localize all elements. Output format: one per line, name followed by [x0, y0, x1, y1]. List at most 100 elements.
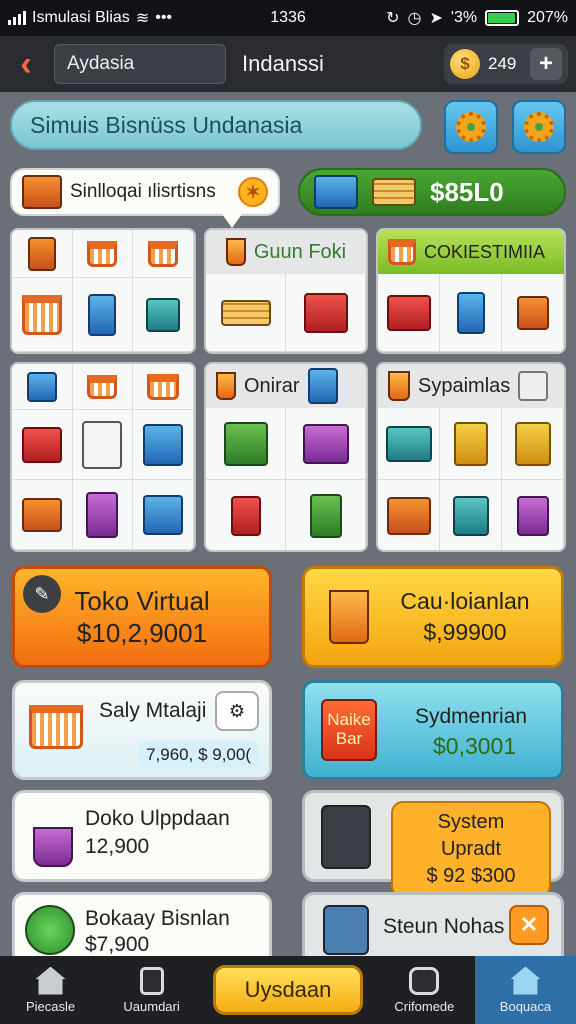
item-slot[interactable] — [378, 480, 440, 550]
business-card-toko-virtual[interactable]: ✎ Toko Virtual $10,2,9001 — [12, 566, 272, 668]
shop-icon — [314, 175, 358, 209]
item-slot[interactable] — [72, 480, 134, 550]
item-slot[interactable] — [286, 480, 366, 550]
item-slot[interactable] — [72, 278, 134, 352]
business-card-sydmenrian[interactable]: Naike Bar Sydmenrian $0,3001 — [302, 680, 564, 780]
back-button[interactable]: ‹ — [8, 44, 44, 84]
item-slot[interactable] — [440, 480, 502, 550]
card-value: $10,2,9001 — [76, 618, 208, 648]
dice-icon — [518, 371, 549, 401]
balance-value: $85L0 — [430, 176, 504, 207]
tools-icon[interactable]: ⚙ — [215, 691, 259, 731]
item-slot[interactable] — [286, 274, 366, 352]
balance-display[interactable]: $85L0 — [298, 168, 566, 216]
register-icon — [146, 297, 181, 332]
upgrade-button[interactable]: System Upradt $ 92 $300 — [391, 801, 551, 898]
nav-home[interactable]: Piecasle — [0, 956, 101, 1024]
crate-icon — [386, 496, 431, 535]
nav-shop[interactable]: Boquaca — [474, 956, 576, 1024]
item-slot[interactable] — [72, 410, 134, 480]
item-slot[interactable] — [12, 278, 73, 352]
display-case-icon — [456, 291, 485, 334]
clock: 1336 — [270, 9, 306, 26]
item-slot[interactable] — [378, 408, 440, 480]
calendar-icon — [514, 421, 551, 466]
add-coins-button[interactable]: + — [530, 48, 562, 80]
status-bar: Ismulasi Blias ≋ ••• 1336 ↻ ◷ ➤ '3% 207% — [0, 0, 576, 36]
cart-icon — [148, 240, 179, 267]
drink-cup-icon — [329, 590, 369, 644]
item-slot[interactable] — [12, 480, 73, 550]
nav-label: Boquaca — [499, 998, 552, 1014]
item-slot[interactable] — [72, 230, 134, 278]
card-title: Steun Nohas — [383, 915, 505, 938]
nav-schedule[interactable]: Crifomede — [374, 956, 475, 1024]
banner-title: Simuis Bisnüss Undanasia — [30, 111, 303, 138]
card-title: Bokaay Bisnlan — [85, 907, 230, 930]
settings-shortcut-button[interactable] — [512, 100, 566, 154]
storefront-icon — [303, 292, 348, 333]
wifi-icon: ≋ — [135, 10, 150, 27]
bottom-nav: Piecasle Uaumdari Uysdaan Crifomede Boqu… — [0, 956, 576, 1024]
panel-label: Onirar — [244, 374, 300, 397]
store-home-icon — [510, 966, 541, 995]
page-title: Indanssi — [242, 51, 324, 76]
item-slot[interactable] — [206, 408, 286, 480]
alarm-clock-icon — [409, 966, 440, 995]
item-slot[interactable] — [206, 480, 286, 550]
item-slot[interactable] — [133, 410, 194, 480]
coin-icon: $ — [450, 49, 480, 79]
item-slot[interactable] — [133, 230, 194, 278]
shelf-icon — [86, 491, 119, 538]
item-slot[interactable] — [12, 364, 73, 410]
nav-label: Uaumdari — [123, 998, 180, 1014]
card-title: System Upradt — [437, 811, 505, 860]
business-selector[interactable]: Sinlloqai ılisrtisns ✶ — [10, 168, 280, 228]
business-card-bokaay-bisnlan[interactable]: Bokaay Bisnlan $7,900 — [12, 892, 272, 956]
battery-icon — [485, 10, 520, 26]
nav-label: Piecasle — [25, 998, 76, 1014]
item-slot[interactable] — [206, 274, 286, 352]
item-slot[interactable] — [286, 408, 366, 480]
item-slot[interactable] — [378, 274, 440, 352]
item-panel-mid-bottom: Onirar — [204, 362, 368, 552]
upgrade-shortcut-button[interactable] — [444, 100, 498, 154]
item-slot[interactable] — [502, 274, 564, 352]
business-card-steun-nohas[interactable]: Steun Nohas ✕ — [302, 892, 564, 956]
main-action-button[interactable]: Uysdaan — [212, 965, 363, 1015]
edit-icon[interactable]: ✎ — [23, 575, 61, 613]
clipboard-icon — [139, 966, 164, 995]
item-slot[interactable] — [502, 408, 564, 480]
item-slot[interactable] — [502, 480, 564, 550]
produce-box-icon — [516, 295, 549, 330]
globe-icon — [25, 905, 75, 955]
nav-inventory[interactable]: Uaumdari — [101, 956, 202, 1024]
item-slot[interactable] — [440, 274, 502, 352]
business-card-cafe[interactable]: Cau·loianlan $,99900 — [302, 566, 564, 668]
close-icon[interactable]: ✕ — [509, 905, 549, 945]
cup-icon — [33, 827, 73, 867]
location-field[interactable]: Aydasia — [54, 44, 226, 84]
star-icon: ✶ — [238, 177, 268, 207]
game-title-banner: Simuis Bisnüss Undanasia — [10, 100, 422, 150]
card-title: Sydmenrian — [415, 705, 528, 728]
washer-icon — [26, 371, 57, 402]
fruit-stand-icon — [302, 423, 349, 464]
item-slot[interactable] — [72, 364, 134, 410]
briefcase-icon — [21, 497, 62, 532]
card-title: Cau·loianlan — [400, 587, 530, 614]
business-card-doko-ulppdaan[interactable]: Doko Ulppdaan 12,900 — [12, 790, 272, 882]
item-slot[interactable] — [133, 480, 194, 550]
item-slot[interactable] — [12, 230, 73, 278]
business-card-saly-mtalaji[interactable]: Saly Mtalaji ⚙ 7,960, $ 9,00( — [12, 680, 272, 780]
coin-counter[interactable]: $ 249 + — [444, 44, 568, 84]
cart-icon — [388, 239, 416, 265]
item-slot[interactable] — [12, 410, 73, 480]
item-slot[interactable] — [133, 364, 194, 410]
panel-label: COKIESTIMIIA — [424, 241, 546, 262]
item-slot[interactable] — [440, 408, 502, 480]
drink-icon — [388, 371, 410, 401]
business-card-system-upgrade[interactable]: System Upradt $ 92 $300 — [302, 790, 564, 898]
item-slot[interactable] — [133, 278, 194, 352]
nav-label: Crifomede — [394, 998, 455, 1014]
